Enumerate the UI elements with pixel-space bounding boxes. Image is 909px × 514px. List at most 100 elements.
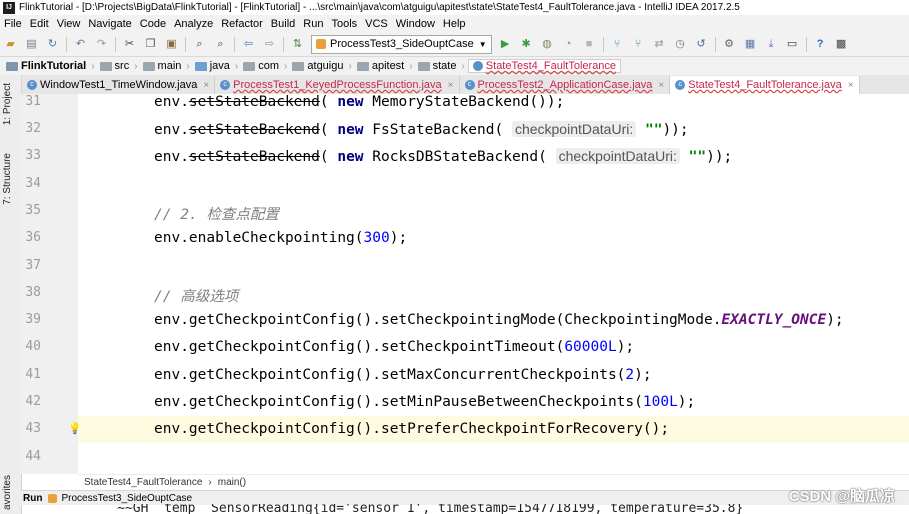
help-icon[interactable]: ? [813, 37, 828, 52]
code-token: 2 [625, 367, 635, 383]
back-icon[interactable]: ⇦ [241, 37, 256, 52]
tab-processtest2[interactable]: c ProcessTest2_ApplicationCase.java × [460, 76, 671, 94]
plugin-icon[interactable]: ▩ [834, 37, 849, 52]
code-text: env.setStateBackend( new FsStateBackend(… [154, 121, 689, 138]
menu-edit[interactable]: Edit [26, 18, 53, 30]
run-config-icon [316, 39, 326, 49]
vcs-update-icon[interactable]: ⑂ [610, 37, 625, 52]
crumb-main[interactable]: main [141, 60, 184, 72]
code-editor[interactable]: env.setStateBackend( new MemoryStateBack… [78, 94, 909, 474]
settings-icon[interactable]: ⚙ [722, 37, 737, 52]
cut-icon[interactable]: ✂ [122, 37, 137, 52]
crumb-class[interactable]: StateTest4_FaultTolerance [467, 59, 622, 73]
code-line: env.getCheckpointConfig().setCheckpointi… [78, 307, 909, 334]
code-line: env.enableCheckpointing(300); [78, 225, 909, 252]
close-icon[interactable]: × [848, 80, 854, 91]
profile-icon[interactable]: ◔ [561, 37, 576, 52]
menu-run[interactable]: Run [299, 18, 327, 30]
vcs-commit-icon[interactable]: ⑂ [631, 37, 646, 52]
breadcrumb-class[interactable]: StateTest4_FaultTolerance [84, 477, 202, 488]
toolbar-separator [115, 36, 116, 52]
run-tab-label[interactable]: Run [23, 493, 42, 504]
chevron-right-icon: › [91, 60, 95, 72]
favorites-tool-button[interactable]: avorites [2, 475, 13, 510]
menu-tools[interactable]: Tools [327, 18, 361, 30]
coverage-icon[interactable]: ◍ [540, 37, 555, 52]
code-line: env.getCheckpointConfig().setMinPauseBet… [78, 389, 909, 416]
terminal-icon[interactable]: ▭ [785, 37, 800, 52]
line-number: 40 [25, 339, 41, 354]
code-token: ( [319, 94, 338, 110]
close-icon[interactable]: × [658, 80, 664, 91]
vcs-revert-icon[interactable]: ↺ [694, 37, 709, 52]
code-text: env.setStateBackend( new RocksDBStateBac… [154, 148, 732, 165]
line-number: 31 [25, 94, 41, 109]
lightbulb-icon[interactable]: 💡 [68, 422, 82, 435]
run-configuration-select[interactable]: ProcessTest3_SideOuptCase ▼ [311, 34, 492, 54]
close-icon[interactable]: × [448, 80, 454, 91]
crumb-label: StateTest4_FaultTolerance [485, 60, 617, 72]
menu-navigate[interactable]: Navigate [84, 18, 135, 30]
code-token: new [337, 122, 364, 138]
crumb-state[interactable]: state [416, 60, 459, 72]
tab-label: StateTest4_FaultTolerance.java [688, 79, 842, 91]
window-title: FlinkTutorial - [D:\Projects\BigData\Fli… [19, 2, 740, 13]
line-number: 43 [25, 421, 41, 436]
copy-icon[interactable]: ❐ [143, 37, 158, 52]
left-tool-strip: 1: Project 7: Structure avorites [0, 75, 22, 514]
chevron-right-icon: › [284, 60, 288, 72]
run-icon[interactable]: ▶ [498, 37, 513, 52]
tab-windowtest1[interactable]: c WindowTest1_TimeWindow.java × [22, 76, 216, 94]
replace-icon[interactable]: ⌕ [213, 37, 228, 52]
tab-processtest1[interactable]: c ProcessTest1_KeyedProcessFunction.java… [215, 76, 460, 94]
crumb-apitest[interactable]: apitest [355, 60, 406, 72]
project-structure-icon[interactable]: ▦ [743, 37, 758, 52]
menu-window[interactable]: Window [392, 18, 439, 30]
menu-vcs[interactable]: VCS [361, 18, 392, 30]
menu-code[interactable]: Code [136, 18, 170, 30]
vcs-history-icon[interactable]: ◷ [673, 37, 688, 52]
paste-icon[interactable]: ▣ [164, 37, 179, 52]
menu-bar: File Edit View Navigate Code Analyze Ref… [0, 15, 909, 32]
menu-file[interactable]: File [0, 18, 26, 30]
run-config-name[interactable]: ProcessTest3_SideOuptCase [61, 493, 192, 504]
redo-icon[interactable]: ↷ [94, 37, 109, 52]
tab-statetest4[interactable]: c StateTest4_FaultTolerance.java × [670, 76, 860, 94]
structure-tool-button[interactable]: 7: Structure [2, 153, 13, 205]
folder-icon [356, 61, 369, 71]
sync-icon[interactable]: ↻ [45, 37, 60, 52]
find-icon[interactable]: ⌕ [192, 37, 207, 52]
menu-refactor[interactable]: Refactor [217, 18, 267, 30]
build-project-icon[interactable]: ⇅ [290, 37, 305, 52]
sdk-download-icon[interactable]: ⤓ [764, 37, 779, 52]
chevron-right-icon: › [348, 60, 352, 72]
save-all-icon[interactable]: ▤ [24, 37, 39, 52]
crumb-src[interactable]: src [98, 60, 132, 72]
toolbar-separator [602, 36, 604, 52]
code-token: setStateBackend [188, 94, 320, 110]
code-token: 100L [642, 394, 678, 410]
crumb-atguigu[interactable]: atguigu [290, 60, 345, 72]
crumb-com[interactable]: com [241, 60, 281, 72]
code-token: env.enableCheckpointing( [154, 230, 364, 246]
crumb-java[interactable]: java [193, 60, 232, 72]
open-folder-icon[interactable]: ▰ [3, 37, 18, 52]
menu-help[interactable]: Help [439, 18, 470, 30]
breadcrumb-method[interactable]: main() [218, 477, 246, 488]
vcs-compare-icon[interactable]: ⇄ [652, 37, 667, 52]
menu-analyze[interactable]: Analyze [170, 18, 217, 30]
project-tool-button[interactable]: 1: Project [2, 83, 13, 125]
line-number: 35 [25, 203, 41, 218]
menu-build[interactable]: Build [267, 18, 299, 30]
undo-icon[interactable]: ↶ [73, 37, 88, 52]
stop-icon[interactable]: ■ [582, 37, 597, 52]
debug-icon[interactable]: ✱ [519, 37, 534, 52]
line-number: 34 [25, 176, 41, 191]
code-token: setStateBackend [188, 122, 320, 138]
crumb-project[interactable]: FlinkTutorial [0, 60, 88, 72]
code-token: new [337, 94, 364, 110]
crumb-label: atguigu [307, 60, 344, 72]
forward-icon[interactable]: ⇨ [262, 37, 277, 52]
close-icon[interactable]: × [203, 80, 209, 91]
menu-view[interactable]: View [53, 18, 85, 30]
